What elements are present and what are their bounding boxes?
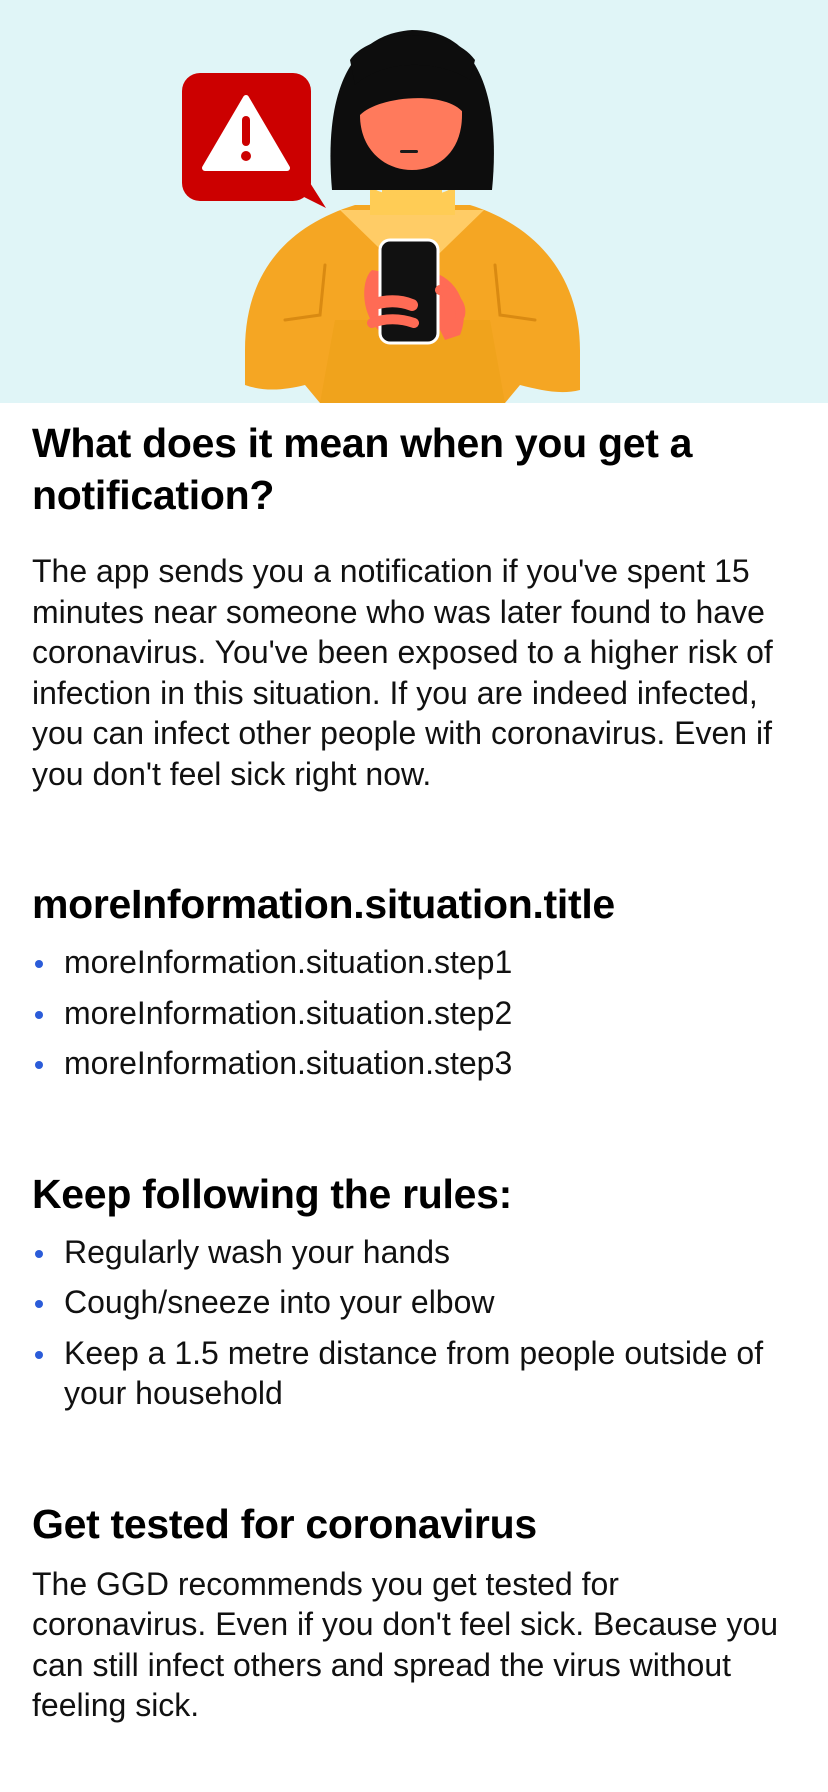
situation-title: moreInformation.situation.title <box>32 881 615 927</box>
page-title: What does it mean when you get a notific… <box>32 420 693 518</box>
bullet-dot-icon <box>35 1249 43 1258</box>
bullet-dot-icon <box>35 960 43 968</box>
bullet-dot-icon <box>35 1010 43 1019</box>
rules-list: Regularly wash your hands Cough/sneeze i… <box>32 1232 796 1414</box>
get-tested-title: Get tested for coronavirus <box>32 1500 537 1547</box>
get-tested-body: The GGD recommends you get tested for co… <box>32 1565 779 1724</box>
list-item: moreInformation.situation.step2 <box>32 993 796 1034</box>
list-item: Regularly wash your hands <box>32 1232 796 1273</box>
list-item: Keep a 1.5 metre distance from people ou… <box>32 1333 796 1414</box>
situation-steps-list: moreInformation.situation.step1 moreInfo… <box>32 942 796 1084</box>
section-rules: Keep following the rules: Regularly wash… <box>32 1168 796 1414</box>
warning-speech-bubble-icon <box>182 73 326 208</box>
person-holding-phone-illustration <box>182 30 580 403</box>
main-content: What does it mean when you get a notific… <box>32 403 796 1726</box>
section-notification-meaning: What does it mean when you get a notific… <box>32 417 796 794</box>
list-item: moreInformation.situation.step1 <box>32 942 796 983</box>
list-item: Cough/sneeze into your elbow <box>32 1282 796 1323</box>
list-item: moreInformation.situation.step3 <box>32 1043 796 1084</box>
bullet-dot-icon <box>35 1061 43 1069</box>
section-get-tested: Get tested for coronavirus The GGD recom… <box>32 1498 796 1726</box>
section-situation: moreInformation.situation.title moreInfo… <box>32 878 796 1084</box>
header-illustration <box>0 0 828 403</box>
rules-title: Keep following the rules: <box>32 1170 512 1217</box>
bullet-dot-icon <box>35 1300 43 1308</box>
notification-meaning-body: The app sends you a notification if you'… <box>32 553 773 792</box>
bullet-dot-icon <box>35 1350 43 1359</box>
